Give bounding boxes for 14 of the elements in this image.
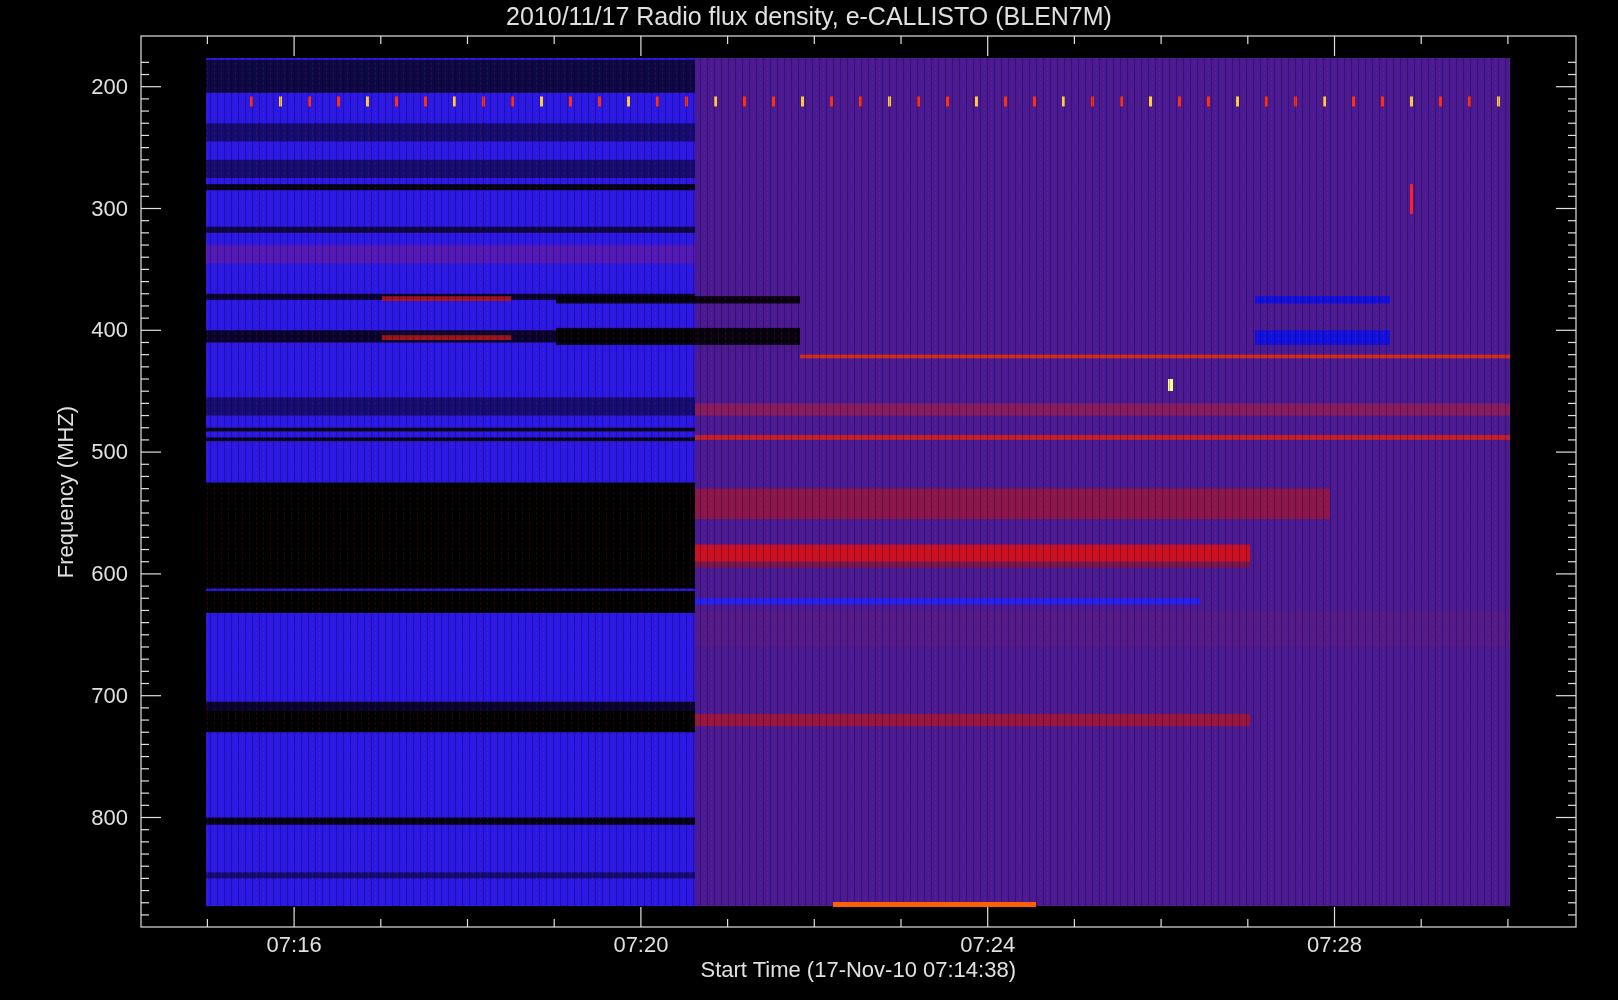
- y-tick-label: 200: [91, 74, 128, 99]
- y-tick-label: 700: [91, 683, 128, 708]
- y-tick-label: 500: [91, 440, 128, 465]
- x-tick-label: 07:20: [613, 933, 669, 957]
- y-tick-label: 800: [91, 805, 128, 830]
- y-tick-label: 400: [91, 318, 128, 343]
- y-axis-label: Frequency (MHZ): [53, 405, 79, 579]
- y-tick-label: 300: [91, 196, 128, 221]
- y-tick-label: 600: [91, 561, 128, 586]
- x-tick-label: 07:28: [1307, 933, 1363, 957]
- x-axis-label: Start Time (17-Nov-10 07:14:38): [700, 958, 1016, 982]
- chart-title: 2010/11/17 Radio flux density, e-CALLISTO (BLEN7M): [505, 2, 1113, 30]
- x-tick-label: 07:16: [266, 933, 322, 957]
- x-tick-label: 07:24: [960, 933, 1016, 957]
